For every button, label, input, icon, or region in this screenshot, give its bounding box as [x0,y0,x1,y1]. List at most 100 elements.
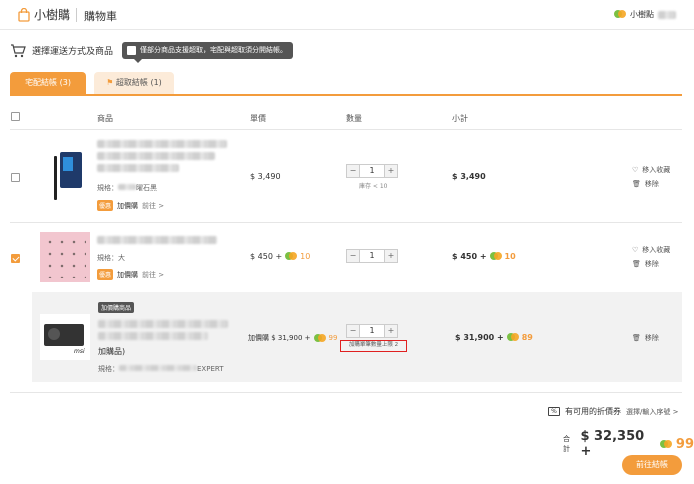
spec: 規格：大 [97,254,125,262]
header-divider [76,8,77,22]
addon-link[interactable]: 前往 > [142,270,164,280]
addon-label: 加價購 [117,270,139,279]
points-coin-icon [506,333,519,342]
tab-store-pickup[interactable]: ⚑ 超取結帳 (1) [94,72,174,94]
quantity-stepper[interactable]: −1 + [346,324,398,338]
addon-item: 加價購商品 msi 加購品) 規格： EXPERT 加價購 $ 31,900 + 9… [32,292,682,382]
qty-plus-button[interactable]: + [385,165,397,177]
subtotal-text: $ 31,900 + [455,333,504,342]
points-coin-icon [489,252,502,261]
select-all-checkbox[interactable] [11,112,20,121]
delivery-tooltip: 僅部分商品支援超取，宅配與超取須分開結帳。 [122,42,293,63]
favorites-label: 移入收藏 [642,246,671,254]
product-image[interactable]: msi [40,314,90,360]
tooltip-text: 僅部分商品支援超取，宅配與超取須分開結帳。 [140,46,287,54]
total-points: 99 [675,436,694,452]
qty-minus-button[interactable]: − [347,165,359,177]
promo-tag: 優惠 [97,269,114,280]
quantity-stepper[interactable]: −1 + [346,249,398,263]
qty-value[interactable]: 1 [359,165,385,177]
tab-home-delivery[interactable]: 宅配結帳 (3) [10,72,86,94]
cart-icon [11,44,26,58]
spec: 規格： EXPERT [98,364,224,374]
subtotal: $ 31,900 + 89 [455,333,533,342]
product-name-blurred[interactable] [97,236,217,244]
info-note-icon [127,46,136,55]
logo-text: 小樹購 [34,8,71,22]
qty-minus-button[interactable]: − [347,250,359,262]
addon-link[interactable]: 前往 > [142,201,164,211]
product-name-blurred[interactable] [97,140,227,148]
divider [10,129,682,130]
points-coin-icon [285,252,298,261]
unit-price: 加價購 $ 31,900 + 99 [248,333,337,343]
quantity-stepper[interactable]: −1 + [346,164,398,178]
coupon-row[interactable]: % 有可用的折價券 選擇/輸入序號 > [548,406,678,417]
qty-minus-button[interactable]: − [347,325,359,337]
product-name-blurred-2 [98,332,208,340]
heart-icon: ♡ [632,246,639,254]
unit-price: $ 3,490 [250,172,281,181]
stock-note: 庫存 < 10 [359,183,388,190]
promo-tag: 優惠 [97,200,114,211]
addon-label: 加價購 [117,201,139,210]
trash-icon: 🗑 [632,260,641,268]
coupon-icon: % [548,407,560,416]
divider [10,392,682,393]
subtotal: $ 450 + 10 [452,252,516,261]
product-name-blurred-2 [97,152,215,160]
move-to-favorites[interactable]: ♡ 移入收藏 [632,165,670,175]
points-coin-icon [614,10,626,19]
remove-item[interactable]: 🗑 移除 [632,333,659,343]
store-icon: ⚑ [106,78,114,87]
col-quantity: 數量 [346,114,362,123]
spec-value: 曜石黑 [136,184,157,192]
remove-item[interactable]: 🗑 移除 [632,179,659,189]
price-text: $ 450 + [250,252,283,261]
item-checkbox-checked[interactable] [11,254,20,263]
product-image[interactable] [40,232,90,282]
spec-blurred [119,365,197,371]
spec-blurred [118,184,136,190]
subtotal-points: 89 [521,333,533,342]
site-logo[interactable]: 小樹購 [18,6,70,23]
col-subtotal: 小計 [452,114,468,123]
item-checkbox[interactable] [11,173,20,182]
move-to-favorites[interactable]: ♡ 移入收藏 [632,245,670,255]
col-product: 商品 [97,114,113,123]
product-name-blurred[interactable] [98,320,228,328]
unit-price: $ 450 + 10 [250,252,310,261]
subtotal-text: $ 450 + [452,252,487,261]
qty-plus-button[interactable]: + [385,250,397,262]
step-title: 選擇運送方式及商品 [10,43,113,58]
total-label: 合計 [563,435,570,453]
product-name-blurred-3 [97,164,179,172]
favorites-label: 移入收藏 [642,166,671,174]
addon-row: 優惠 加價購 前往 > [97,200,164,211]
addon-row: 優惠 加價購 前往 > [97,269,164,280]
remove-label: 移除 [644,260,659,268]
top-header: 小樹購 購物車 小樹點 [0,0,694,30]
col-unit-price: 單價 [250,114,266,123]
qty-value[interactable]: 1 [359,325,385,337]
spec: 規格： 曜石黑 [97,183,157,193]
product-image[interactable] [46,148,90,204]
remove-label: 移除 [644,180,659,188]
points-value: 10 [300,252,311,261]
coupon-link[interactable]: 選擇/輸入序號 > [626,407,678,417]
qty-plus-button[interactable]: + [385,325,397,337]
remove-item[interactable]: 🗑 移除 [632,259,659,269]
price-text: 加價購 $ 31,900 + [248,334,311,342]
coupon-label: 有可用的折價券 [565,407,621,416]
points-coin-icon [660,439,672,449]
remove-label: 移除 [644,334,659,342]
checkout-button[interactable]: 前往結帳 [622,455,682,475]
qty-value[interactable]: 1 [359,250,385,262]
tab-store-pickup-label: 超取結帳 (1) [115,78,162,87]
divider [10,222,682,223]
subtotal-points: 10 [504,252,516,261]
spec-label: 規格： [97,184,118,192]
user-points[interactable]: 小樹點 [614,9,676,20]
trash-icon: 🗑 [632,180,641,188]
points-value: 99 [328,334,338,342]
